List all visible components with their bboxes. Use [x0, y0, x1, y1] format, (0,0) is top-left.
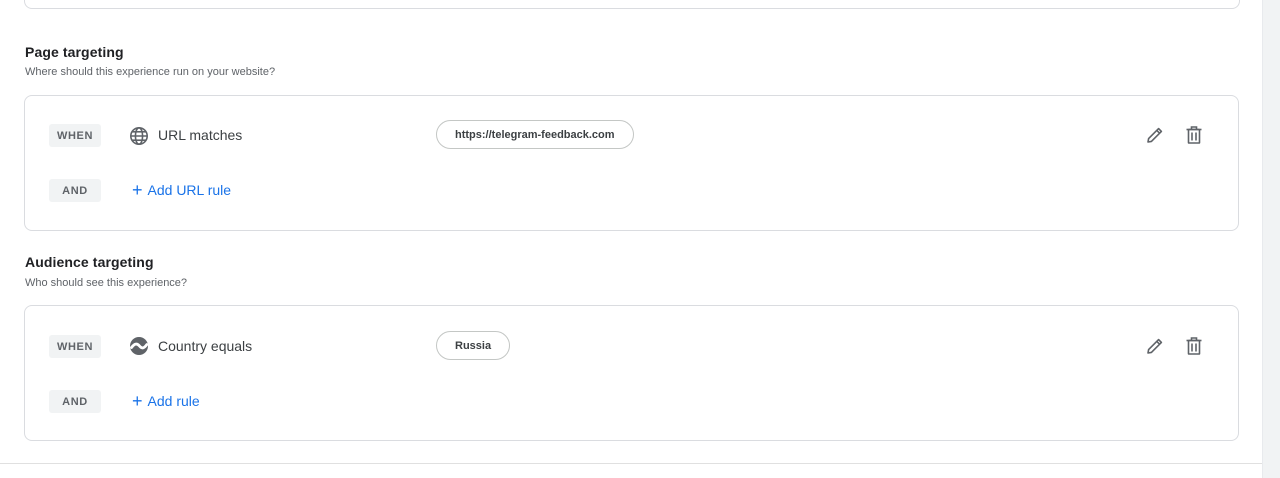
and-chip: AND — [49, 390, 101, 413]
section-divider — [0, 463, 1262, 464]
page-targeting-title: Page targeting — [25, 44, 124, 60]
delete-icon[interactable] — [1182, 334, 1206, 358]
edit-icon[interactable] — [1143, 334, 1167, 358]
and-chip: AND — [49, 179, 101, 202]
add-rule-label: Add rule — [147, 393, 200, 409]
when-chip: WHEN — [49, 335, 101, 358]
audience-targeting-title: Audience targeting — [25, 254, 154, 270]
plus-icon: + — [132, 180, 143, 200]
when-chip: WHEN — [49, 124, 101, 147]
country-value-pill[interactable]: Russia — [436, 331, 511, 360]
audience-targeting-card: WHEN Country equals Russia AND + Add rul… — [24, 305, 1239, 441]
google-analytics-icon — [128, 335, 149, 356]
edit-icon[interactable] — [1143, 123, 1167, 147]
targeting-panel: Page targeting Where should this experie… — [0, 0, 1263, 478]
audience-targeting-subtitle: Who should see this experience? — [25, 277, 188, 289]
page-targeting-card: WHEN URL matches https://telegram-feedba… — [24, 95, 1239, 231]
delete-icon[interactable] — [1182, 123, 1206, 147]
add-url-rule-button[interactable]: + Add URL rule — [132, 180, 232, 200]
globe-icon — [128, 125, 149, 146]
plus-icon: + — [132, 391, 143, 411]
url-value-pill[interactable]: https://telegram-feedback.com — [436, 120, 634, 149]
previous-card — [24, 0, 1240, 9]
page-targeting-subtitle: Where should this experience run on your… — [25, 66, 276, 78]
condition-label: Country equals — [158, 338, 253, 354]
add-rule-button[interactable]: + Add rule — [132, 391, 200, 411]
add-url-rule-label: Add URL rule — [147, 182, 232, 198]
scrollbar-track[interactable] — [1263, 0, 1280, 478]
condition-label: URL matches — [158, 127, 243, 143]
